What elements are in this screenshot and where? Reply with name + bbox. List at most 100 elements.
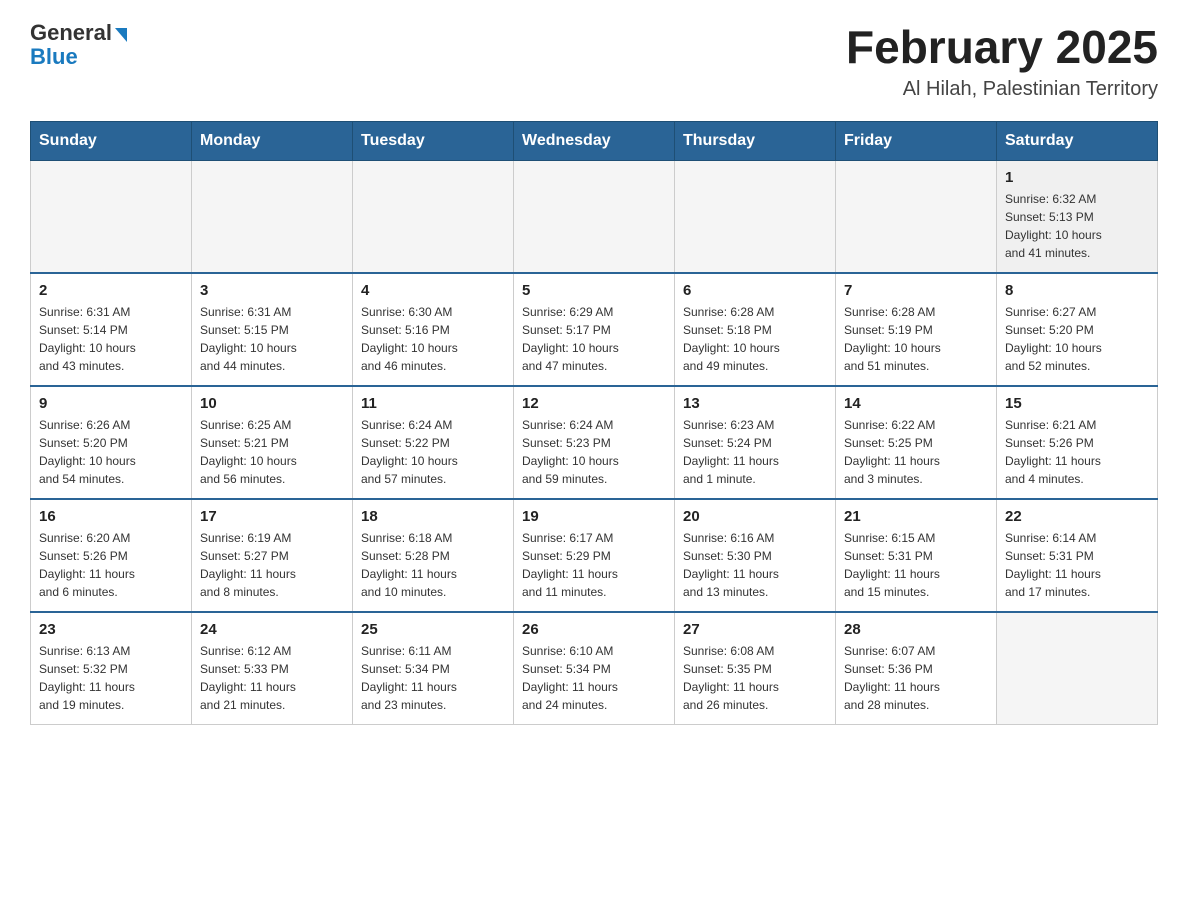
calendar-cell: 6 Sunrise: 6:28 AM Sunset: 5:18 PM Daylig… — [675, 273, 836, 386]
day-info: Sunrise: 6:08 AM Sunset: 5:35 PM Dayligh… — [683, 642, 827, 714]
day-info: Sunrise: 6:24 AM Sunset: 5:23 PM Dayligh… — [522, 416, 666, 488]
calendar-cell: 15Sunrise: 6:21 AM Sunset: 5:26 PM Dayli… — [997, 386, 1158, 499]
calendar-cell: 20 Sunrise: 6:16 AM Sunset: 5:30 PM Dayli… — [675, 499, 836, 612]
calendar-cell: 4 Sunrise: 6:30 AM Sunset: 5:16 PM Daylig… — [353, 273, 514, 386]
calendar-cell: 21Sunrise: 6:15 AM Sunset: 5:31 PM Dayli… — [836, 499, 997, 612]
day-info: Sunrise: 6:32 AM Sunset: 5:13 PM Dayligh… — [1005, 190, 1149, 262]
calendar-cell — [31, 161, 192, 274]
logo-blue-text: Blue — [30, 44, 78, 70]
day-number: 23 — [39, 621, 183, 638]
day-number: 2 — [39, 282, 183, 299]
calendar-cell: 7Sunrise: 6:28 AM Sunset: 5:19 PM Daylig… — [836, 273, 997, 386]
calendar-cell: 12 Sunrise: 6:24 AM Sunset: 5:23 PM Dayli… — [514, 386, 675, 499]
day-info: Sunrise: 6:10 AM Sunset: 5:34 PM Dayligh… — [522, 642, 666, 714]
day-number: 5 — [522, 282, 666, 299]
day-number: 7 — [844, 282, 988, 299]
calendar-cell: 16 Sunrise: 6:20 AM Sunset: 5:26 PM Dayli… — [31, 499, 192, 612]
logo: General Blue — [30, 20, 127, 70]
day-info: Sunrise: 6:12 AM Sunset: 5:33 PM Dayligh… — [200, 642, 344, 714]
day-number: 13 — [683, 395, 827, 412]
weekday-header-monday: Monday — [192, 122, 353, 161]
calendar-week-1: 1 Sunrise: 6:32 AM Sunset: 5:13 PM Daylig… — [31, 161, 1158, 274]
day-number: 16 — [39, 508, 183, 525]
calendar-cell: 28Sunrise: 6:07 AM Sunset: 5:36 PM Dayli… — [836, 612, 997, 725]
day-info: Sunrise: 6:16 AM Sunset: 5:30 PM Dayligh… — [683, 529, 827, 601]
day-info: Sunrise: 6:19 AM Sunset: 5:27 PM Dayligh… — [200, 529, 344, 601]
weekday-header-tuesday: Tuesday — [353, 122, 514, 161]
calendar-week-2: 2 Sunrise: 6:31 AM Sunset: 5:14 PM Daylig… — [31, 273, 1158, 386]
day-info: Sunrise: 6:13 AM Sunset: 5:32 PM Dayligh… — [39, 642, 183, 714]
day-number: 19 — [522, 508, 666, 525]
calendar-cell: 1 Sunrise: 6:32 AM Sunset: 5:13 PM Daylig… — [997, 161, 1158, 274]
day-number: 22 — [1005, 508, 1149, 525]
calendar-cell: 14Sunrise: 6:22 AM Sunset: 5:25 PM Dayli… — [836, 386, 997, 499]
day-info: Sunrise: 6:24 AM Sunset: 5:22 PM Dayligh… — [361, 416, 505, 488]
day-number: 4 — [361, 282, 505, 299]
calendar-cell: 23 Sunrise: 6:13 AM Sunset: 5:32 PM Dayli… — [31, 612, 192, 725]
weekday-header-row: SundayMondayTuesdayWednesdayThursdayFrid… — [31, 122, 1158, 161]
day-number: 6 — [683, 282, 827, 299]
day-info: Sunrise: 6:14 AM Sunset: 5:31 PM Dayligh… — [1005, 529, 1149, 601]
day-info: Sunrise: 6:23 AM Sunset: 5:24 PM Dayligh… — [683, 416, 827, 488]
day-number: 9 — [39, 395, 183, 412]
day-info: Sunrise: 6:18 AM Sunset: 5:28 PM Dayligh… — [361, 529, 505, 601]
day-info: Sunrise: 6:17 AM Sunset: 5:29 PM Dayligh… — [522, 529, 666, 601]
day-number: 12 — [522, 395, 666, 412]
day-number: 10 — [200, 395, 344, 412]
calendar-cell: 10 Sunrise: 6:25 AM Sunset: 5:21 PM Dayli… — [192, 386, 353, 499]
day-number: 8 — [1005, 282, 1149, 299]
day-number: 18 — [361, 508, 505, 525]
calendar-cell: 26Sunrise: 6:10 AM Sunset: 5:34 PM Dayli… — [514, 612, 675, 725]
calendar-cell — [836, 161, 997, 274]
calendar-cell: 13 Sunrise: 6:23 AM Sunset: 5:24 PM Dayli… — [675, 386, 836, 499]
calendar-week-4: 16 Sunrise: 6:20 AM Sunset: 5:26 PM Dayli… — [31, 499, 1158, 612]
day-info: Sunrise: 6:07 AM Sunset: 5:36 PM Dayligh… — [844, 642, 988, 714]
calendar-cell — [675, 161, 836, 274]
day-number: 17 — [200, 508, 344, 525]
day-info: Sunrise: 6:25 AM Sunset: 5:21 PM Dayligh… — [200, 416, 344, 488]
day-info: Sunrise: 6:15 AM Sunset: 5:31 PM Dayligh… — [844, 529, 988, 601]
day-info: Sunrise: 6:31 AM Sunset: 5:14 PM Dayligh… — [39, 303, 183, 375]
calendar-cell — [514, 161, 675, 274]
calendar-cell: 27 Sunrise: 6:08 AM Sunset: 5:35 PM Dayli… — [675, 612, 836, 725]
calendar-cell — [192, 161, 353, 274]
calendar-cell: 25 Sunrise: 6:11 AM Sunset: 5:34 PM Dayli… — [353, 612, 514, 725]
logo-arrow-icon — [115, 28, 127, 42]
logo-general-text: General — [30, 20, 112, 46]
calendar-cell: 17 Sunrise: 6:19 AM Sunset: 5:27 PM Dayli… — [192, 499, 353, 612]
calendar-week-3: 9 Sunrise: 6:26 AM Sunset: 5:20 PM Daylig… — [31, 386, 1158, 499]
calendar-cell: 19 Sunrise: 6:17 AM Sunset: 5:29 PM Dayli… — [514, 499, 675, 612]
calendar-cell: 18 Sunrise: 6:18 AM Sunset: 5:28 PM Dayli… — [353, 499, 514, 612]
main-title: February 2025 — [846, 20, 1158, 74]
calendar-cell: 9 Sunrise: 6:26 AM Sunset: 5:20 PM Daylig… — [31, 386, 192, 499]
weekday-header-friday: Friday — [836, 122, 997, 161]
day-number: 1 — [1005, 169, 1149, 186]
day-number: 25 — [361, 621, 505, 638]
weekday-header-sunday: Sunday — [31, 122, 192, 161]
calendar-table: SundayMondayTuesdayWednesdayThursdayFrid… — [30, 121, 1158, 725]
weekday-header-wednesday: Wednesday — [514, 122, 675, 161]
day-info: Sunrise: 6:21 AM Sunset: 5:26 PM Dayligh… — [1005, 416, 1149, 488]
day-info: Sunrise: 6:28 AM Sunset: 5:18 PM Dayligh… — [683, 303, 827, 375]
calendar-cell: 8 Sunrise: 6:27 AM Sunset: 5:20 PM Daylig… — [997, 273, 1158, 386]
calendar-cell — [997, 612, 1158, 725]
calendar-cell — [353, 161, 514, 274]
day-info: Sunrise: 6:11 AM Sunset: 5:34 PM Dayligh… — [361, 642, 505, 714]
day-info: Sunrise: 6:30 AM Sunset: 5:16 PM Dayligh… — [361, 303, 505, 375]
subtitle: Al Hilah, Palestinian Territory — [846, 78, 1158, 101]
day-number: 3 — [200, 282, 344, 299]
calendar-cell: 2 Sunrise: 6:31 AM Sunset: 5:14 PM Daylig… — [31, 273, 192, 386]
page-header: General Blue February 2025 Al Hilah, Pal… — [30, 20, 1158, 101]
title-section: February 2025 Al Hilah, Palestinian Terr… — [846, 20, 1158, 101]
calendar-cell: 24Sunrise: 6:12 AM Sunset: 5:33 PM Dayli… — [192, 612, 353, 725]
day-number: 27 — [683, 621, 827, 638]
calendar-cell: 22 Sunrise: 6:14 AM Sunset: 5:31 PM Dayli… — [997, 499, 1158, 612]
calendar-week-5: 23 Sunrise: 6:13 AM Sunset: 5:32 PM Dayli… — [31, 612, 1158, 725]
day-info: Sunrise: 6:29 AM Sunset: 5:17 PM Dayligh… — [522, 303, 666, 375]
day-info: Sunrise: 6:26 AM Sunset: 5:20 PM Dayligh… — [39, 416, 183, 488]
day-info: Sunrise: 6:20 AM Sunset: 5:26 PM Dayligh… — [39, 529, 183, 601]
day-info: Sunrise: 6:27 AM Sunset: 5:20 PM Dayligh… — [1005, 303, 1149, 375]
weekday-header-saturday: Saturday — [997, 122, 1158, 161]
day-number: 20 — [683, 508, 827, 525]
calendar-cell: 11Sunrise: 6:24 AM Sunset: 5:22 PM Dayli… — [353, 386, 514, 499]
